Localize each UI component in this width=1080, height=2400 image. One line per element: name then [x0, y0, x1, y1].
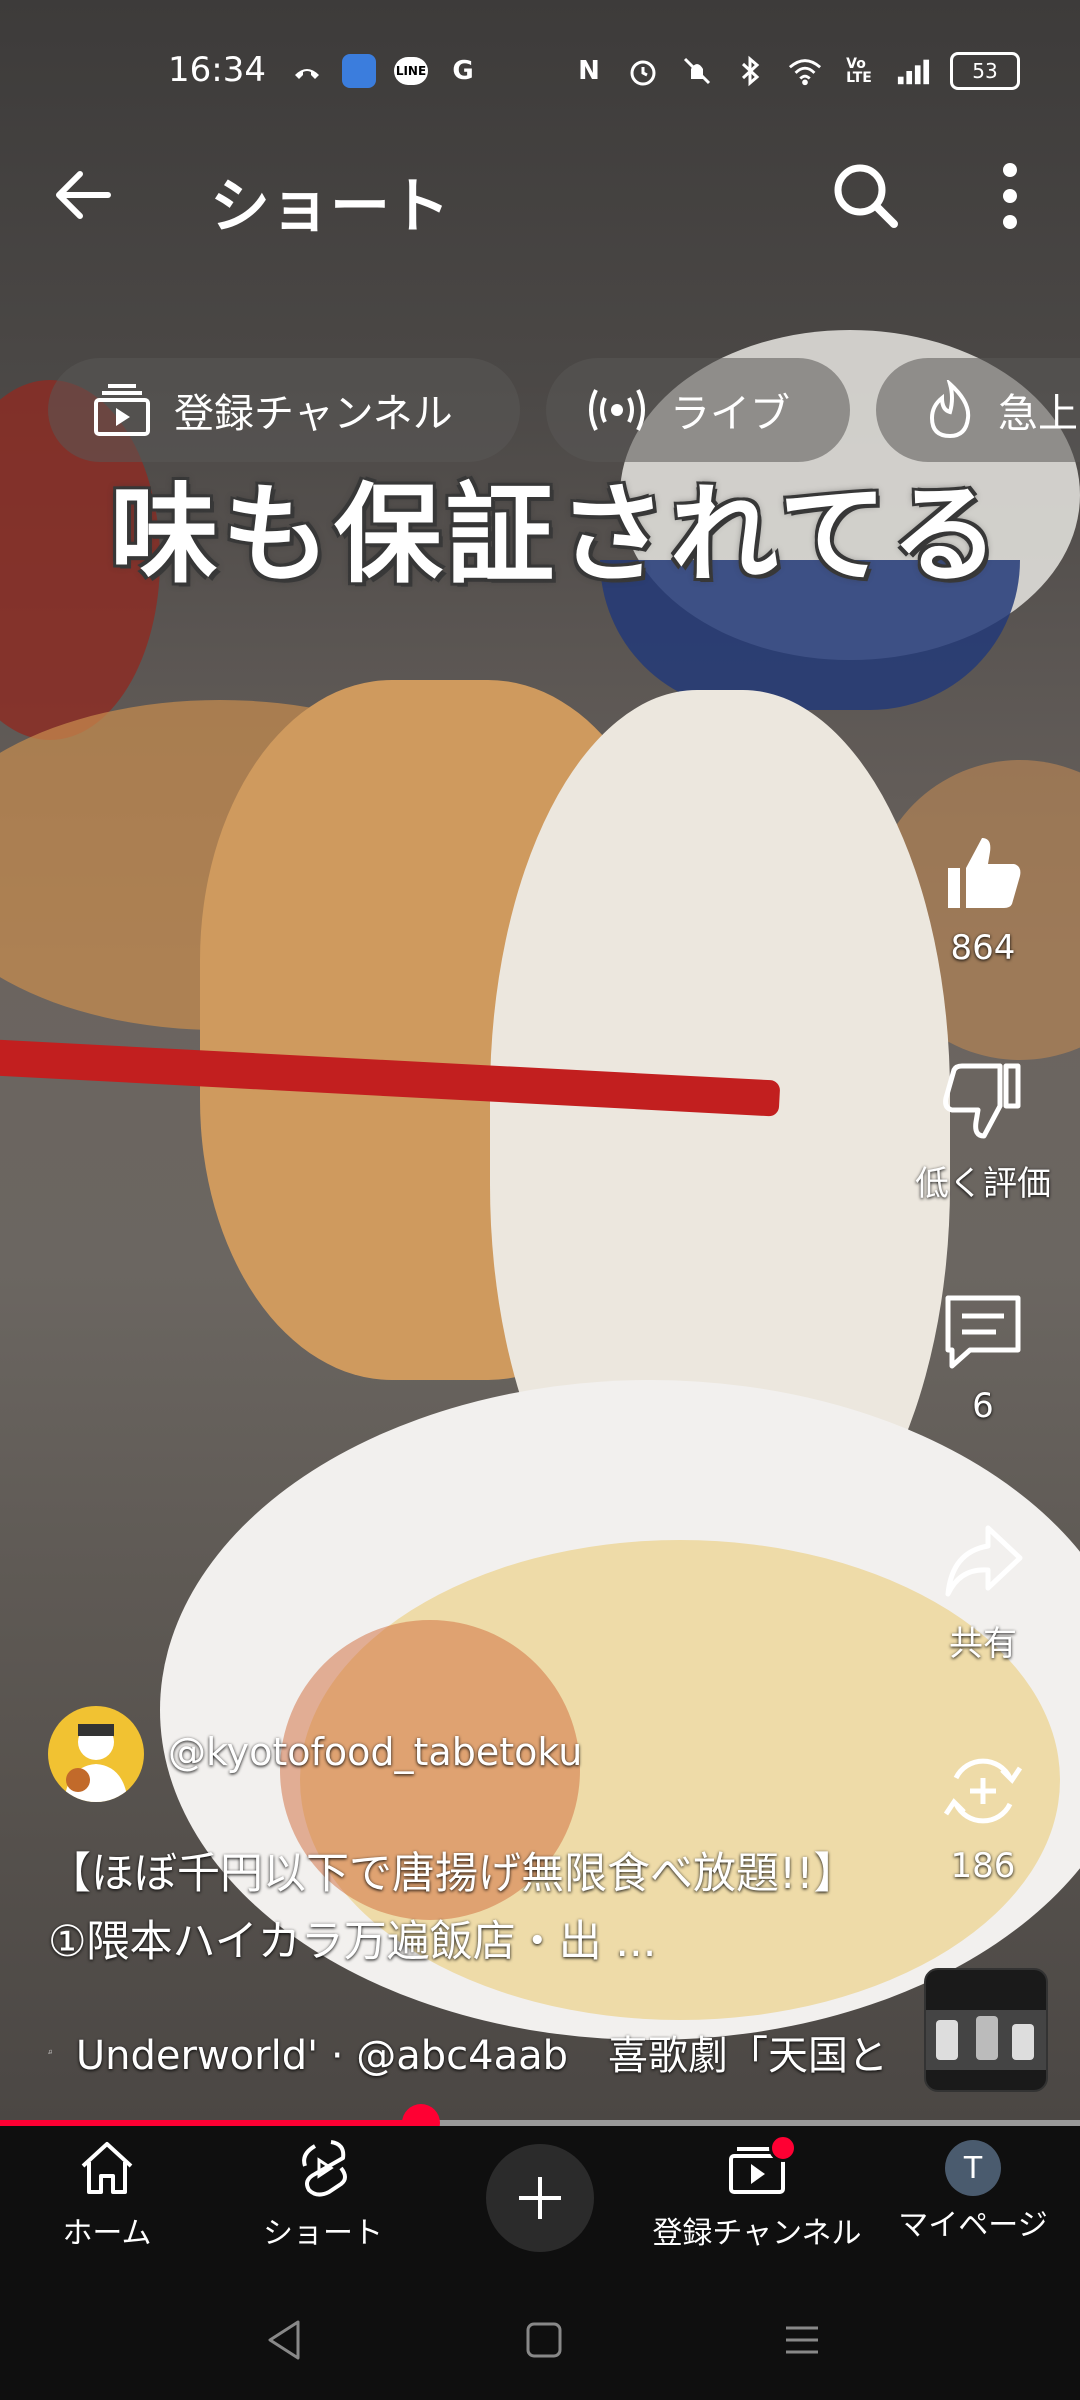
battery-indicator: 53	[950, 52, 1020, 90]
share-icon	[945, 1525, 1023, 1597]
nav-subscriptions[interactable]: 登録チャンネル	[652, 2134, 862, 2252]
dislike-label: 低く評価	[915, 1164, 1051, 1204]
volte-icon: Vo LTE	[846, 56, 872, 86]
triangle-back-icon	[268, 2320, 300, 2360]
remix-count: 186	[950, 1846, 1016, 1886]
channel-avatar[interactable]	[48, 1706, 144, 1802]
video-caption-overlay: 味も保証されてる	[110, 473, 1003, 598]
music-title: Underworld' · @abc4aab 喜歌劇「天国と	[75, 2033, 888, 2079]
home-icon	[81, 2142, 133, 2194]
status-bar: 16:34 LINE G N Vo LTE 53	[0, 40, 1080, 104]
square-home-icon	[526, 2322, 562, 2358]
system-navigation-bar	[0, 2286, 1080, 2400]
nfc-icon: N	[578, 56, 600, 86]
shorts-screen: 16:34 LINE G N Vo LTE 53 ショート 登録チャンネル ライ…	[0, 0, 1080, 2400]
line-icon: LINE	[394, 54, 428, 88]
missed-call-icon	[290, 54, 324, 88]
live-icon	[589, 389, 645, 431]
back-button[interactable]	[50, 160, 120, 230]
comments-button[interactable]: 6	[908, 1288, 1058, 1426]
mute-icon	[680, 54, 714, 88]
chip-label: ライブ	[670, 391, 790, 437]
video-description[interactable]: 【ほぼ千円以下で唐揚げ無限食べ放題!!】①隈本ハイカラ万遍飯店・出 ...	[48, 1840, 878, 1976]
thumb-down-icon	[943, 1063, 1021, 1139]
status-time: 16:34	[168, 50, 266, 90]
chip-live[interactable]: ライブ	[546, 358, 850, 462]
share-button[interactable]: 共有	[908, 1518, 1058, 1665]
top-app-bar: ショート	[0, 150, 1080, 250]
dislike-button[interactable]: 低く評価	[908, 1058, 1058, 1205]
like-button[interactable]: 864	[908, 830, 1058, 968]
like-count: 864	[950, 928, 1016, 968]
music-note-icon	[48, 2049, 52, 2054]
bluetooth-icon	[734, 54, 768, 88]
plus-icon	[519, 2177, 561, 2219]
app-icon	[342, 54, 376, 88]
search-button[interactable]	[828, 158, 904, 234]
nav-home[interactable]: ホーム	[2, 2136, 212, 2252]
create-button[interactable]	[486, 2144, 594, 2252]
music-info[interactable]: Underworld' · @abc4aab 喜歌劇「天国と	[48, 2020, 888, 2084]
more-vert-icon	[1003, 163, 1017, 229]
channel-handle[interactable]: @kyotofood_tabetoku	[168, 1730, 582, 1774]
signal-icon	[896, 54, 930, 88]
nav-shorts[interactable]: ショート	[218, 2136, 428, 2252]
chip-trending[interactable]: 急上	[876, 358, 1080, 462]
google-icon: G	[452, 56, 474, 86]
system-home-button[interactable]	[522, 2316, 566, 2368]
remix-icon	[943, 1758, 1023, 1824]
nav-mypage[interactable]: T マイページ	[868, 2136, 1078, 2244]
share-label: 共有	[949, 1624, 1017, 1664]
trending-icon	[929, 380, 971, 439]
chip-subscriptions[interactable]: 登録チャンネル	[48, 358, 520, 462]
nav-home-label: ホーム	[62, 2216, 152, 2251]
wifi-icon	[788, 54, 822, 88]
system-back-button[interactable]	[262, 2316, 306, 2368]
subscriptions-icon	[94, 384, 150, 436]
chip-label: 登録チャンネル	[174, 391, 453, 437]
page-title: ショート	[210, 172, 450, 242]
notification-dot	[769, 2134, 797, 2162]
account-avatar: T	[945, 2140, 1001, 2196]
nav-mypage-label: マイページ	[898, 2208, 1048, 2243]
more-options-button[interactable]	[980, 158, 1040, 234]
system-recents-button[interactable]	[780, 2316, 824, 2368]
music-thumbnail[interactable]	[924, 1968, 1048, 2092]
remix-button[interactable]: 186	[908, 1748, 1058, 1886]
nav-subscriptions-label: 登録チャンネル	[652, 2216, 862, 2251]
thumb-up-icon	[948, 838, 1021, 908]
comment-icon	[945, 1295, 1021, 1369]
chip-label: 急上	[998, 391, 1078, 437]
bottom-navigation: ホーム ショート 登録チャンネル T マイページ	[0, 2126, 1080, 2286]
nav-shorts-label: ショート	[263, 2216, 383, 2251]
menu-lines-icon	[786, 2326, 818, 2354]
search-icon	[834, 164, 898, 228]
alarm-icon	[626, 54, 660, 88]
comment-count: 6	[972, 1386, 994, 1426]
shorts-icon	[302, 2140, 347, 2197]
arrow-left-icon	[56, 171, 111, 219]
